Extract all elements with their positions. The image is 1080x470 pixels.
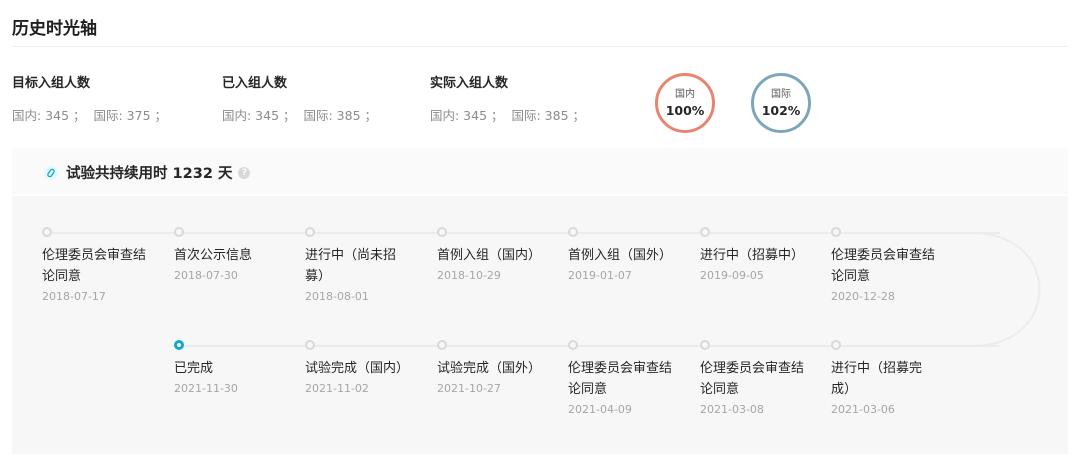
- duration-bar: 试验共持续用时 1232 天 ?: [12, 148, 1068, 194]
- duration-text: 试验共持续用时 1232 天: [66, 166, 233, 182]
- stat-actual-label: 实际入组人数: [430, 76, 509, 91]
- domestic-ratio-ring: 国内 100%: [655, 73, 715, 133]
- timeline-dot: [437, 227, 447, 237]
- timeline-dot-active: [174, 340, 184, 350]
- intl-ratio-label: 国际: [771, 89, 791, 100]
- timeline-node-title: 进行中（尚未招募）: [305, 248, 397, 284]
- timeline-dot: [42, 227, 52, 237]
- timeline-dot: [700, 340, 710, 350]
- timeline-node-date: 2019-09-05: [700, 269, 764, 282]
- stat-actual: 实际入组人数 国内: 345 ； 国际: 385 ；: [430, 72, 585, 124]
- intl-ratio-value: 102%: [761, 103, 801, 118]
- timeline-dot: [568, 340, 578, 350]
- timeline-dot: [174, 227, 184, 237]
- timeline-node-title: 首例入组（国内）: [437, 248, 542, 263]
- intl-ratio-ring: 国际 102%: [751, 73, 811, 133]
- timeline-node-title: 伦理委员会审查结论同意: [700, 361, 805, 397]
- timeline-node-title: 伦理委员会审查结论同意: [42, 248, 147, 284]
- timeline-node-date: 2019-01-07: [568, 269, 632, 282]
- domestic-ratio-label: 国内: [675, 89, 695, 100]
- timeline-node-title: 进行中（招募中）: [700, 248, 805, 263]
- page-title: 历史时光轴: [12, 19, 97, 39]
- timeline-node-title: 进行中（招募完成）: [831, 361, 923, 397]
- stat-enrolled: 已入组人数 国内: 345 ； 国际: 385 ；: [222, 72, 377, 124]
- timeline-node-title: 已完成: [174, 361, 214, 376]
- timeline-dot: [700, 227, 710, 237]
- timeline-node-title: 首例入组（国外）: [568, 248, 673, 263]
- stat-target-intl: 国际: 375 ；: [93, 108, 168, 123]
- stat-actual-domestic: 国内: 345 ；: [430, 108, 504, 123]
- domestic-ratio-value: 100%: [665, 103, 705, 118]
- stat-enrolled-intl: 国际: 385 ；: [303, 108, 378, 123]
- duration-content: 试验共持续用时 1232 天 ?: [44, 162, 251, 183]
- timeline-node-date: 2018-07-17: [42, 290, 106, 303]
- timeline-node-date: 2021-03-08: [700, 403, 764, 416]
- timeline-node-date: 2021-11-02: [305, 382, 369, 395]
- timeline-dot: [305, 227, 315, 237]
- stat-actual-values: 国内: 345 ； 国际: 385 ；: [430, 105, 585, 124]
- timeline-dot: [305, 340, 315, 350]
- timeline-node-title: 首次公示信息: [174, 248, 253, 263]
- timeline-node-date: 2021-11-30: [174, 382, 238, 395]
- stat-enrolled-label: 已入组人数: [222, 76, 288, 91]
- timeline-panel: 伦理委员会审查结论同意 2018-07-17 首次公示信息 2018-07-30…: [12, 196, 1068, 454]
- stat-target-domestic: 国内: 345 ；: [12, 108, 86, 123]
- timeline-node-date: 2018-07-30: [174, 269, 238, 282]
- timeline-dot: [568, 227, 578, 237]
- timeline-node-date: 2018-08-01: [305, 290, 369, 303]
- timeline-dot: [437, 340, 447, 350]
- stat-target-values: 国内: 345 ； 国际: 375 ；: [12, 105, 167, 124]
- header-divider: [12, 46, 1068, 47]
- timeline-node-date: 2021-10-27: [437, 382, 501, 395]
- timeline-node-title: 伦理委员会审查结论同意: [831, 248, 936, 284]
- timeline-node-title: 伦理委员会审查结论同意: [568, 361, 673, 397]
- timeline-curve: [972, 232, 1041, 347]
- stat-enrolled-domestic: 国内: 345 ；: [222, 108, 296, 123]
- timeline-track-row2: [172, 345, 1000, 347]
- timeline-node-date: 2018-10-29: [437, 269, 501, 282]
- stat-actual-intl: 国际: 385 ；: [511, 108, 586, 123]
- stat-enrolled-values: 国内: 345 ； 国际: 385 ；: [222, 105, 377, 124]
- timeline-node-title: 试验完成（国内）: [305, 361, 410, 376]
- timeline-node-date: 2021-03-06: [831, 403, 895, 416]
- timeline-dot: [831, 227, 841, 237]
- help-icon[interactable]: ?: [238, 166, 251, 179]
- timeline-node-title: 试验完成（国外）: [437, 361, 542, 376]
- pill-icon: [44, 165, 58, 180]
- timeline-node-date: 2020-12-28: [831, 290, 895, 303]
- stat-target: 目标入组人数 国内: 345 ； 国际: 375 ；: [12, 72, 167, 124]
- timeline-node-date: 2021-04-09: [568, 403, 632, 416]
- stat-target-label: 目标入组人数: [12, 76, 91, 91]
- timeline-dot: [831, 340, 841, 350]
- timeline-track-row1: [42, 232, 1000, 234]
